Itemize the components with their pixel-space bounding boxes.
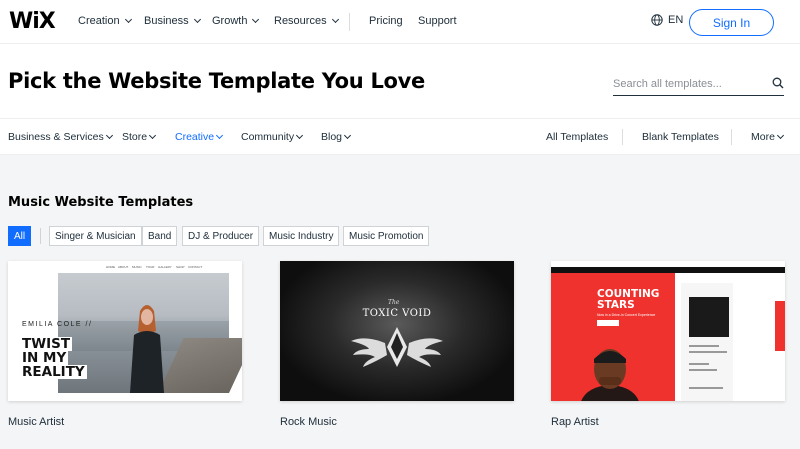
singer-figure — [130, 305, 164, 393]
preview-nav-item: SHOP — [176, 265, 185, 269]
side-strip — [775, 301, 785, 351]
category-community[interactable]: Community — [241, 131, 304, 143]
album-cover — [689, 297, 729, 337]
title-line: STARS — [597, 299, 635, 311]
template-search — [613, 72, 784, 96]
page-header: Pick the Website Template You Love — [0, 45, 800, 118]
preview-panel — [675, 273, 785, 401]
category-label: Creative — [175, 131, 215, 143]
template-name[interactable]: Rap Artist — [551, 416, 599, 428]
top-navigation: WiX Creation Business Growth Resources P… — [0, 0, 800, 44]
filter-singer-musician[interactable]: Singer & Musician — [49, 226, 142, 246]
nav-divider — [349, 13, 350, 31]
filter-music-industry[interactable]: Music Industry — [263, 226, 340, 246]
nav-business-label: Business — [144, 15, 189, 27]
category-label: Blog — [321, 131, 343, 143]
preview-subtitle: Now in a Drive-in Concert Experience — [597, 313, 656, 317]
preview-the: The — [388, 299, 400, 306]
nav-creation-label: Creation — [78, 15, 120, 27]
nav-business[interactable]: Business — [144, 15, 201, 27]
chevron-down-icon — [776, 131, 784, 140]
rapper-figure — [581, 349, 639, 401]
language-selector[interactable]: EN — [651, 14, 683, 26]
preview-title: COUNTING STARS — [597, 289, 659, 311]
section-title: Music Website Templates — [8, 195, 194, 210]
category-blog[interactable]: Blog — [321, 131, 352, 143]
nav-growth[interactable]: Growth — [212, 15, 260, 27]
chevron-down-icon — [252, 15, 260, 24]
nav-pricing[interactable]: Pricing — [369, 15, 403, 27]
headline-line: TWIST — [20, 336, 73, 352]
blank-templates-link[interactable]: Blank Templates — [642, 131, 719, 143]
headline-line: IN MY — [20, 350, 69, 366]
preview-subtitle: EMILIA COLE // — [22, 321, 93, 328]
template-name[interactable]: Music Artist — [8, 416, 64, 428]
category-divider — [622, 129, 623, 145]
category-business-services[interactable]: Business & Services — [8, 131, 113, 143]
preview-button — [597, 320, 619, 326]
globe-icon — [651, 14, 663, 26]
winged-emblem-icon — [351, 327, 443, 367]
category-bar: Business & Services Store Creative Commu… — [0, 118, 800, 155]
nav-creation[interactable]: Creation — [78, 15, 132, 27]
language-label: EN — [668, 14, 684, 26]
preview-title: TOXIC VOID — [362, 308, 432, 319]
filter-music-promotion[interactable]: Music Promotion — [343, 226, 430, 246]
preview-nav-item: CONTACT — [188, 265, 203, 269]
preview-nav: HOME ABOUT MUSIC TOUR GALLERY SHOP CONTA… — [8, 261, 242, 273]
category-divider — [731, 129, 732, 145]
headline-line: REALITY — [20, 364, 87, 380]
category-label: Community — [241, 131, 295, 143]
template-card-music-artist[interactable]: HOME ABOUT MUSIC TOUR GALLERY SHOP CONTA… — [8, 261, 242, 401]
chevron-down-icon — [296, 131, 304, 140]
nav-resources-label: Resources — [274, 15, 327, 27]
more-menu[interactable]: More — [751, 131, 784, 143]
page-title: Pick the Website Template You Love — [8, 69, 425, 93]
filter-dj-producer[interactable]: DJ & Producer — [182, 226, 260, 246]
chevron-down-icon — [331, 15, 339, 24]
nav-support[interactable]: Support — [418, 15, 457, 27]
template-gallery: Music Website Templates All Singer & Mus… — [0, 155, 800, 449]
filter-band[interactable]: Band — [142, 226, 178, 246]
category-store[interactable]: Store — [122, 131, 157, 143]
wix-logo[interactable]: WiX — [9, 9, 56, 34]
category-label: Business & Services — [8, 131, 104, 143]
preview-nav-item: TOUR — [146, 265, 155, 269]
preview-headline: TWIST IN MY REALITY — [20, 337, 87, 379]
preview-nav-item: MUSIC — [132, 265, 142, 269]
nav-growth-label: Growth — [212, 15, 248, 27]
template-name[interactable]: Rock Music — [280, 416, 337, 428]
sign-in-button[interactable]: Sign In — [689, 9, 774, 36]
category-creative[interactable]: Creative — [175, 131, 224, 143]
category-label: Store — [122, 131, 148, 143]
all-templates-link[interactable]: All Templates — [546, 131, 608, 143]
preview-nav-item: HOME — [106, 265, 115, 269]
chevron-down-icon — [216, 131, 224, 140]
template-card-rock-music[interactable]: The TOXIC VOID — [280, 261, 514, 401]
preview-nav-item: ABOUT — [118, 265, 129, 269]
chevron-down-icon — [149, 131, 157, 140]
preview-nav-item: GALLERY — [158, 265, 172, 269]
nav-resources[interactable]: Resources — [274, 15, 339, 27]
search-input[interactable] — [613, 77, 763, 90]
filter-divider — [40, 228, 41, 244]
album-panel — [681, 283, 733, 401]
chevron-down-icon — [124, 15, 132, 24]
chevron-down-icon — [193, 15, 201, 24]
template-card-rap-artist[interactable]: COUNTING STARS Now in a Drive-in Concert… — [551, 261, 785, 401]
more-label: More — [751, 131, 775, 143]
chevron-down-icon — [105, 131, 113, 140]
chevron-down-icon — [343, 131, 352, 140]
filter-all[interactable]: All — [8, 226, 32, 246]
search-icon[interactable] — [772, 77, 784, 89]
